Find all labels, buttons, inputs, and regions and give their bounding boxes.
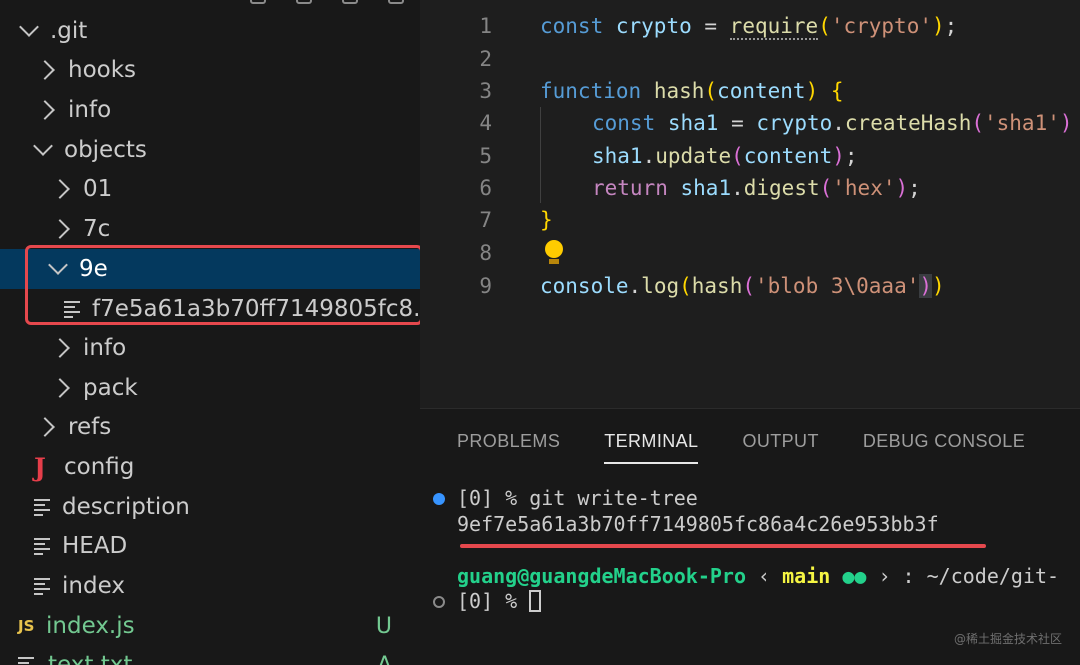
tree-file-config[interactable]: J config <box>0 447 420 487</box>
panel-tabs: PROBLEMS TERMINAL OUTPUT DEBUG CONSOLE <box>457 431 1025 464</box>
tree-file-head[interactable]: HEAD <box>0 526 420 566</box>
tree-item-label: description <box>62 494 190 520</box>
chevron-right-icon <box>50 179 70 199</box>
code-line-5: 5 sha1.update(content); <box>420 140 1080 172</box>
refresh-icon[interactable] <box>342 0 358 4</box>
tree-folder-7c[interactable]: 7c <box>0 209 420 249</box>
tree-folder-01[interactable]: 01 <box>0 169 420 209</box>
line-number: 9 <box>479 274 492 298</box>
command-decoration-icon[interactable] <box>433 493 445 505</box>
file-lines-icon <box>34 575 50 598</box>
tab-problems[interactable]: PROBLEMS <box>457 431 560 464</box>
code-line-4: 4 const sha1 = crypto.createHash('sha1') <box>420 107 1080 139</box>
new-file-icon[interactable] <box>250 0 266 4</box>
command-decoration-icon[interactable] <box>433 596 445 608</box>
annotation-underline <box>460 544 986 548</box>
lightbulb-icon[interactable] <box>545 240 563 264</box>
tree-item-label: 7c <box>83 216 111 242</box>
tab-debug-console[interactable]: DEBUG CONSOLE <box>863 431 1025 464</box>
tree-item-label: index.js <box>46 613 135 639</box>
tree-item-label: info <box>68 97 112 123</box>
code-line-1: 1 const crypto = require('crypto'); <box>420 10 1080 42</box>
code-line-3: 3 function hash(content) { <box>420 75 1080 107</box>
git-status-badge: U <box>375 613 392 639</box>
terminal-prompt-line: guang@guangdeMacBook-Pro ‹ main ●● › : ~… <box>457 564 1060 588</box>
tree-folder-refs[interactable]: refs <box>0 407 420 447</box>
collapse-icon[interactable] <box>388 0 404 4</box>
tree-file-object[interactable]: f7e5a61a3b70ff7149805fc8... <box>0 289 420 329</box>
tree-item-label: objects <box>64 137 147 163</box>
terminal-input-line[interactable]: [0] % <box>457 589 542 613</box>
chevron-right-icon <box>35 60 55 80</box>
tree-item-label: hooks <box>68 57 137 83</box>
tree-item-label: 01 <box>83 176 113 202</box>
tree-file-description[interactable]: description <box>0 487 420 527</box>
tree-item-label: config <box>64 454 135 480</box>
watermark: @稀土掘金技术社区 <box>953 632 1062 646</box>
chevron-down-icon <box>48 255 68 275</box>
terminal-cursor <box>529 590 542 612</box>
tree-item-label: refs <box>68 414 112 440</box>
chevron-right-icon <box>35 417 55 437</box>
code-line-9: 9 console.log(hash('blob 3\0aaa')) <box>420 270 1080 302</box>
code-editor[interactable]: 1 const crypto = require('crypto'); 2 3 … <box>420 0 1080 408</box>
chevron-down-icon <box>33 136 53 156</box>
tree-item-label: HEAD <box>62 533 128 559</box>
chevron-right-icon <box>35 100 55 120</box>
tab-terminal[interactable]: TERMINAL <box>604 431 699 464</box>
file-lines-icon <box>34 535 50 558</box>
chevron-right-icon <box>50 378 70 398</box>
explorer-sidebar: .git hooks info objects 01 7c 9e f7e5a61… <box>0 0 420 665</box>
json-file-icon: J <box>34 452 46 482</box>
chevron-down-icon <box>19 17 39 37</box>
tree-folder-git[interactable]: .git <box>0 11 420 51</box>
tree-file-index-js[interactable]: JS index.js U <box>0 606 420 646</box>
tree-item-label: text.txt <box>48 652 133 665</box>
chevron-right-icon <box>50 338 70 358</box>
chevron-right-icon <box>50 219 70 239</box>
terminal-output-hash: 9ef7e5a61a3b70ff7149805fc86a4c26e953bb3f <box>457 512 939 536</box>
file-lines-icon <box>64 298 80 321</box>
code-line-2: 2 <box>420 43 1080 75</box>
tree-item-label: pack <box>83 375 138 401</box>
line-number: 1 <box>479 14 492 38</box>
file-lines-icon <box>34 496 50 519</box>
tree-item-label: 9e <box>79 256 108 282</box>
tree-folder-pack[interactable]: pack <box>0 368 420 408</box>
explorer-toolbar <box>250 0 404 4</box>
line-number: 7 <box>479 208 492 232</box>
tree-folder-hooks[interactable]: hooks <box>0 50 420 90</box>
bottom-panel: PROBLEMS TERMINAL OUTPUT DEBUG CONSOLE [… <box>420 408 1080 665</box>
code-line-7: 7 } <box>420 204 1080 236</box>
line-number: 6 <box>479 176 492 200</box>
tree-item-label: f7e5a61a3b70ff7149805fc8... <box>92 296 420 322</box>
tree-item-label: info <box>83 335 127 361</box>
line-number: 8 <box>479 241 492 265</box>
tab-output[interactable]: OUTPUT <box>742 431 818 464</box>
terminal-command-line: [0] % git write-tree <box>457 486 698 510</box>
tree-file-text-txt[interactable]: text.txt A <box>0 645 420 665</box>
line-number: 5 <box>479 144 492 168</box>
git-status-badge: A <box>376 652 392 665</box>
tree-folder-objects[interactable]: objects <box>0 130 420 170</box>
line-number: 3 <box>479 79 492 103</box>
tree-folder-9e[interactable]: 9e <box>0 249 420 289</box>
line-number: 2 <box>479 47 492 71</box>
line-number: 4 <box>479 111 492 135</box>
js-file-icon: JS <box>18 617 35 635</box>
code-line-8: 8 <box>420 237 1080 269</box>
tree-file-index[interactable]: index <box>0 566 420 606</box>
new-folder-icon[interactable] <box>296 0 312 4</box>
tree-item-label: .git <box>50 18 88 44</box>
tree-folder-info-objects[interactable]: info <box>0 328 420 368</box>
tree-item-label: index <box>62 573 125 599</box>
tree-folder-info[interactable]: info <box>0 90 420 130</box>
code-line-6: 6 return sha1.digest('hex'); <box>420 172 1080 204</box>
file-lines-icon <box>18 654 34 665</box>
